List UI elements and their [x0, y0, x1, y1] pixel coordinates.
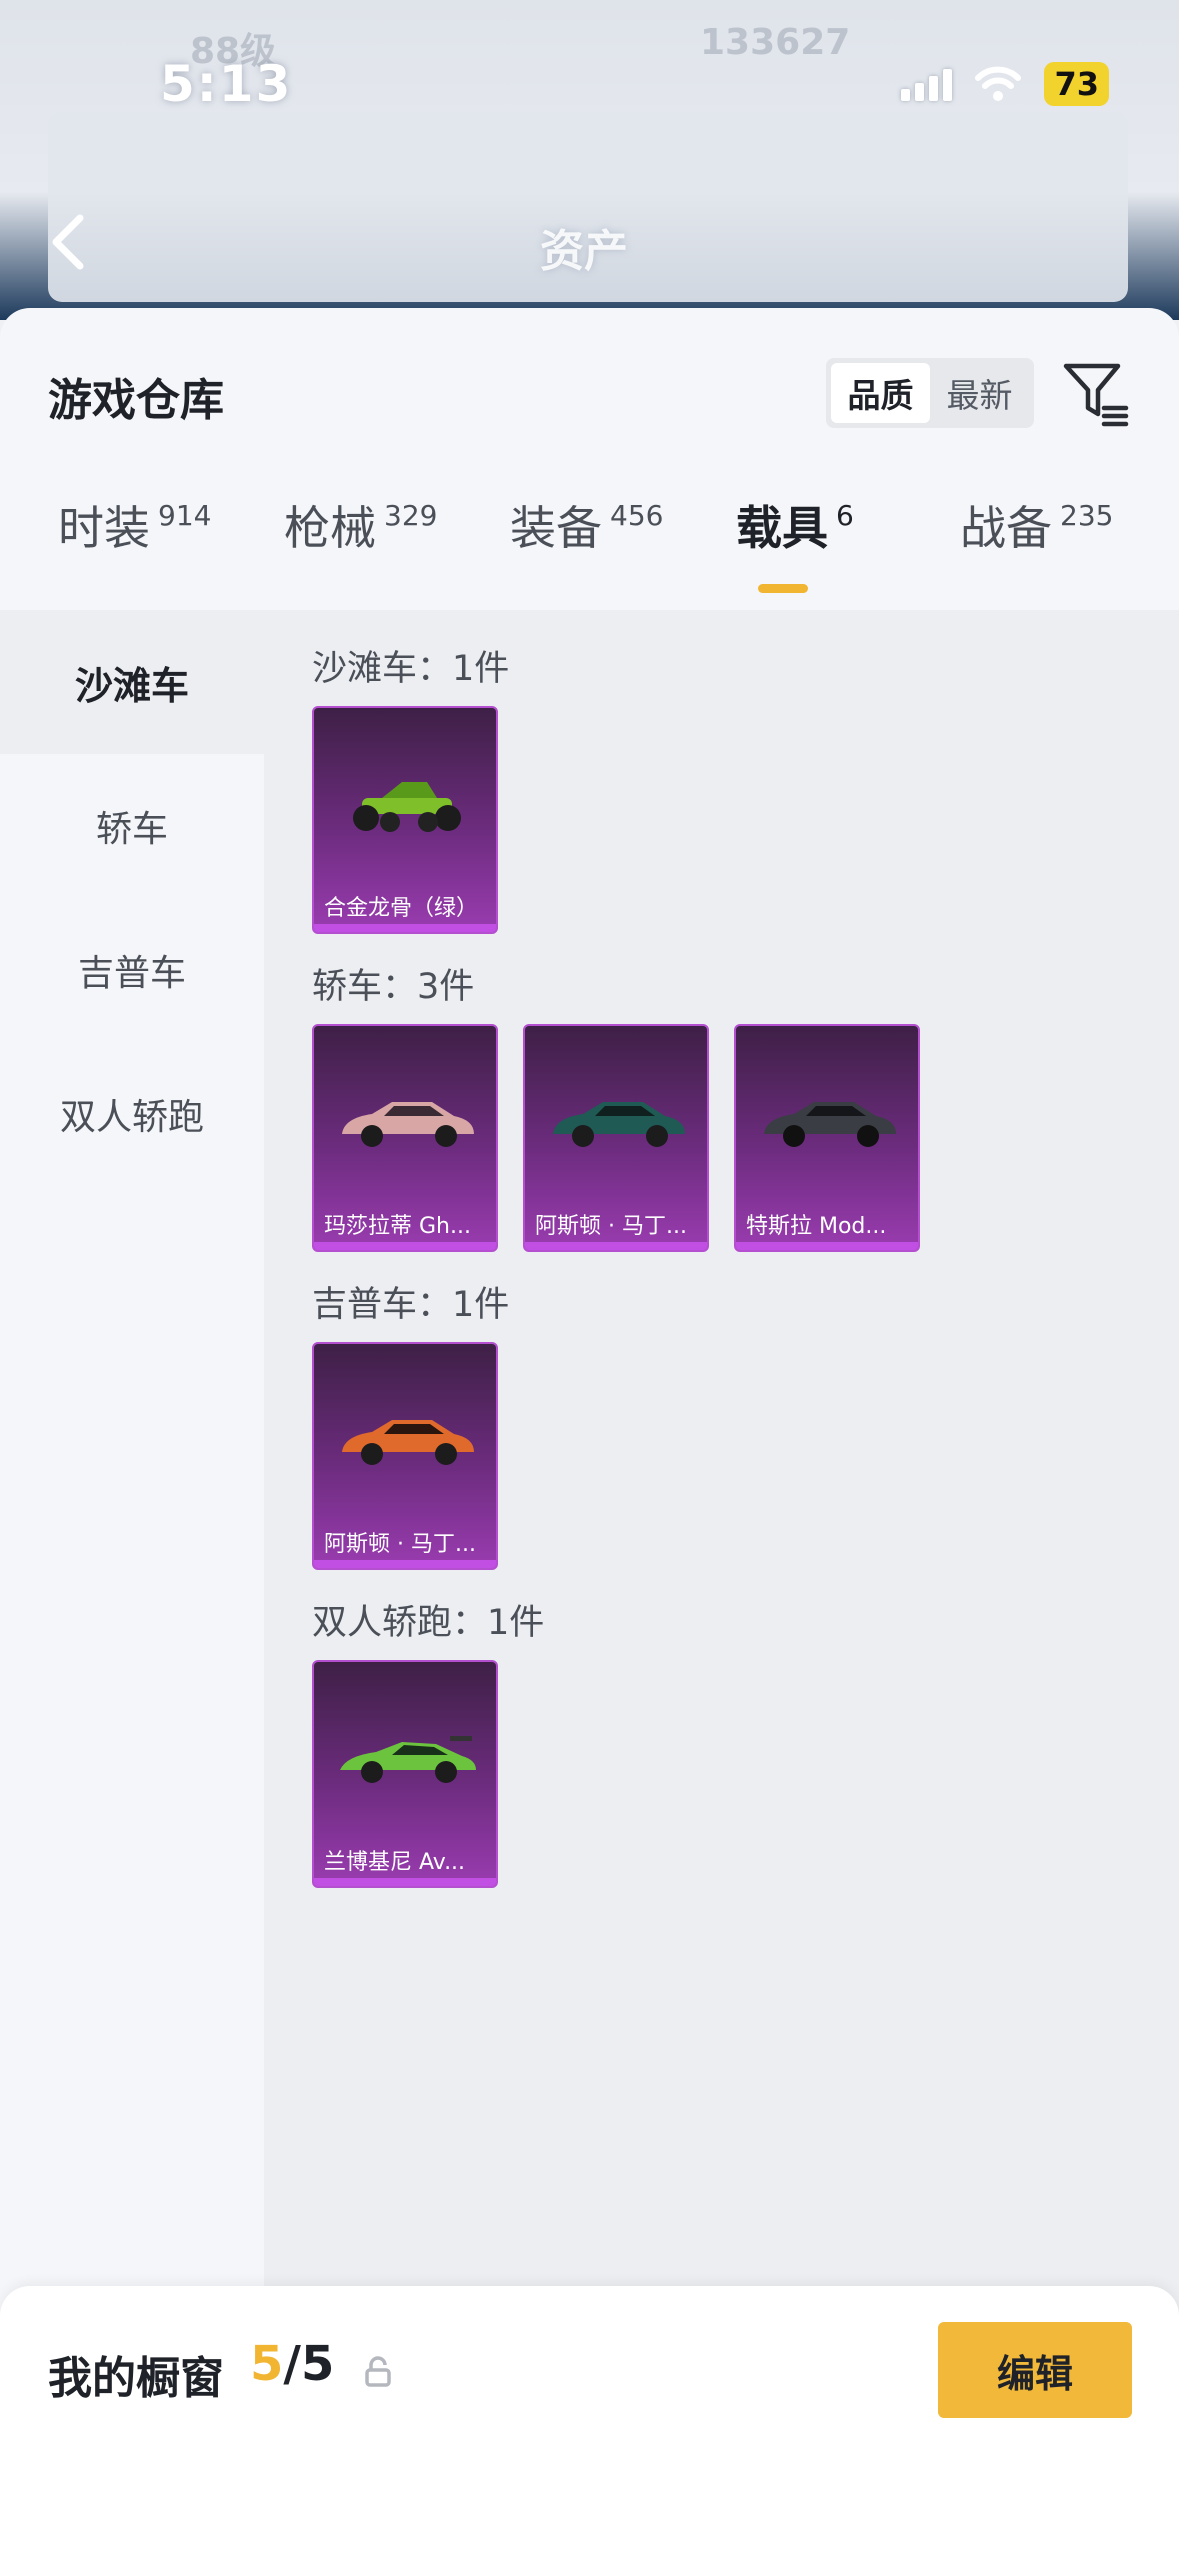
tab-label: 时装	[58, 501, 150, 555]
side-item-beach-buggy[interactable]: 沙滩车	[0, 610, 264, 754]
sedan-icon	[342, 1102, 474, 1147]
tab-equipment[interactable]: 装备 456	[510, 498, 663, 558]
filter-icon[interactable]	[1060, 358, 1132, 434]
header-background: 88级 133627 5:13 73 资产	[0, 0, 1179, 320]
sedan-icon	[553, 1102, 685, 1147]
vehicle-name: 兰博基尼 Av...	[324, 1850, 466, 1875]
blurred-id-text: 133627	[700, 22, 851, 63]
warehouse-sheet: 游戏仓库 品质 最新 时装 914 枪械 329 装备 456 载具 6 战备 …	[0, 308, 1179, 2556]
group-header-jeep: 吉普车：1件	[312, 1285, 510, 1325]
tab-weapons[interactable]: 枪械 329	[284, 498, 437, 558]
sports-car-icon	[342, 1420, 474, 1465]
supercar-icon	[340, 1736, 476, 1783]
group-header-beach-buggy: 沙滩车：1件	[312, 649, 510, 689]
group-header-coupe: 双人轿跑：1件	[312, 1603, 545, 1643]
tab-count: 235	[1060, 499, 1114, 532]
signal-icon	[901, 67, 953, 101]
side-item-sedan[interactable]: 轿车	[0, 754, 264, 898]
active-tab-indicator	[758, 584, 808, 593]
status-icons: 73	[901, 62, 1109, 106]
showcase-label: 我的橱窗	[48, 2353, 224, 2404]
vehicle-name: 阿斯顿 · 马丁...	[535, 1214, 687, 1239]
sort-quality-button[interactable]: 品质	[831, 363, 930, 423]
tab-supplies[interactable]: 战备 235	[960, 498, 1113, 558]
vehicle-name: 阿斯顿 · 马丁...	[324, 1532, 476, 1557]
tab-count: 456	[610, 499, 664, 532]
tab-fashion[interactable]: 时装 914	[58, 498, 211, 558]
vehicle-list: 沙滩车：1件 合金龙骨（绿） 轿车：3件 玛莎拉蒂 Gh... 阿斯顿 · 马丁…	[264, 610, 1179, 2556]
wifi-icon	[974, 66, 1022, 102]
status-time: 5:13	[160, 55, 293, 113]
header-title: 资产	[540, 226, 628, 277]
tab-vehicles[interactable]: 载具 6	[736, 498, 854, 558]
vehicle-card[interactable]: 合金龙骨（绿）	[312, 706, 498, 934]
side-menu: 沙滩车 轿车 吉普车 双人轿跑	[0, 610, 264, 2556]
buggy-icon	[353, 782, 461, 832]
back-icon[interactable]	[44, 210, 92, 278]
tab-label: 载具	[736, 501, 828, 555]
side-item-jeep[interactable]: 吉普车	[0, 898, 264, 1042]
showcase-bar: 我的橱窗 5/5 编辑	[0, 2286, 1179, 2556]
lock-icon	[364, 2356, 392, 2392]
group-header-sedan: 轿车：3件	[312, 967, 475, 1007]
vehicle-card[interactable]: 兰博基尼 Av...	[312, 1660, 498, 1888]
vehicle-name: 特斯拉 Mod...	[746, 1214, 887, 1239]
sedan-icon	[764, 1102, 896, 1147]
vehicle-card[interactable]: 阿斯顿 · 马丁...	[312, 1342, 498, 1570]
showcase-current: 5	[250, 2336, 284, 2392]
vehicle-card[interactable]: 玛莎拉蒂 Gh...	[312, 1024, 498, 1252]
warehouse-title: 游戏仓库	[48, 375, 224, 426]
vehicle-card[interactable]: 阿斯顿 · 马丁...	[523, 1024, 709, 1252]
page: 88级 133627 5:13 73 资产 游戏仓库 品质 最新 时装 914 …	[0, 0, 1179, 2556]
showcase-count: 5/5	[250, 2336, 334, 2392]
tab-count: 914	[158, 499, 212, 532]
sort-latest-button[interactable]: 最新	[930, 363, 1029, 423]
category-tabs: 时装 914 枪械 329 装备 456 载具 6 战备 235	[0, 498, 1179, 598]
vehicle-card[interactable]: 特斯拉 Mod...	[734, 1024, 920, 1252]
side-item-coupe[interactable]: 双人轿跑	[0, 1042, 264, 1186]
edit-button[interactable]: 编辑	[938, 2322, 1132, 2418]
vehicle-name: 合金龙骨（绿）	[324, 896, 479, 921]
tab-label: 战备	[960, 501, 1052, 555]
tab-label: 枪械	[284, 501, 376, 555]
tab-label: 装备	[510, 501, 602, 555]
tab-count: 329	[384, 499, 438, 532]
showcase-total: /5	[283, 2336, 335, 2392]
tab-count: 6	[836, 499, 854, 532]
vehicle-name: 玛莎拉蒂 Gh...	[324, 1214, 471, 1239]
battery-indicator: 73	[1044, 62, 1109, 106]
sort-toggle: 品质 最新	[826, 358, 1034, 428]
